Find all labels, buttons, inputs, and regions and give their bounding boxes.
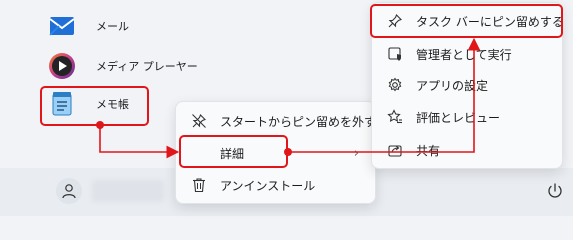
power-icon[interactable] (546, 182, 564, 200)
menu-item-uninstall[interactable]: アンインストール (182, 170, 369, 200)
menu-item-label: 管理者として実行 (416, 47, 512, 62)
menu-item-app-settings[interactable]: アプリの設定 (378, 70, 556, 100)
menu-item-share[interactable]: 共有 (378, 135, 556, 165)
user-avatar-icon[interactable] (56, 178, 82, 204)
chevron-right-icon: › (353, 145, 359, 161)
menu-item-label: アンインストール (220, 178, 316, 193)
menu-item-label: アプリの設定 (416, 78, 489, 93)
menu-item-rate-and-review[interactable]: 評価とレビュー (378, 102, 556, 132)
app-label-media-player: メディア プレーヤー (96, 60, 198, 73)
highlight-pin-to-taskbar (370, 4, 563, 38)
menu-item-run-as-admin[interactable]: 管理者として実行 (378, 39, 556, 69)
shield-admin-icon (386, 45, 404, 63)
app-label-mail: メール (96, 20, 129, 33)
app-media-player[interactable]: メディア プレーヤー (48, 48, 198, 84)
share-icon (386, 141, 404, 159)
arrow-notepad-to-details (99, 126, 180, 159)
gear-icon (386, 76, 404, 94)
arrow-start-dot (284, 148, 292, 156)
username-redacted (92, 180, 164, 202)
app-mail[interactable]: メール (48, 8, 129, 44)
star-review-icon (386, 108, 404, 126)
unpin-icon (190, 112, 208, 130)
mail-icon (48, 12, 76, 40)
highlight-notepad-app (40, 86, 149, 126)
menu-item-unpin-from-start[interactable]: スタートからピン留めを外す (182, 106, 376, 136)
menu-item-label: スタートからピン留めを外す (220, 114, 377, 129)
media-player-icon (48, 52, 76, 80)
menu-item-label: 評価とレビュー (416, 110, 501, 125)
trash-icon (190, 176, 208, 194)
highlight-details-item (179, 135, 288, 168)
arrow-start-dot (96, 121, 104, 129)
menu-item-label: 共有 (416, 143, 441, 158)
